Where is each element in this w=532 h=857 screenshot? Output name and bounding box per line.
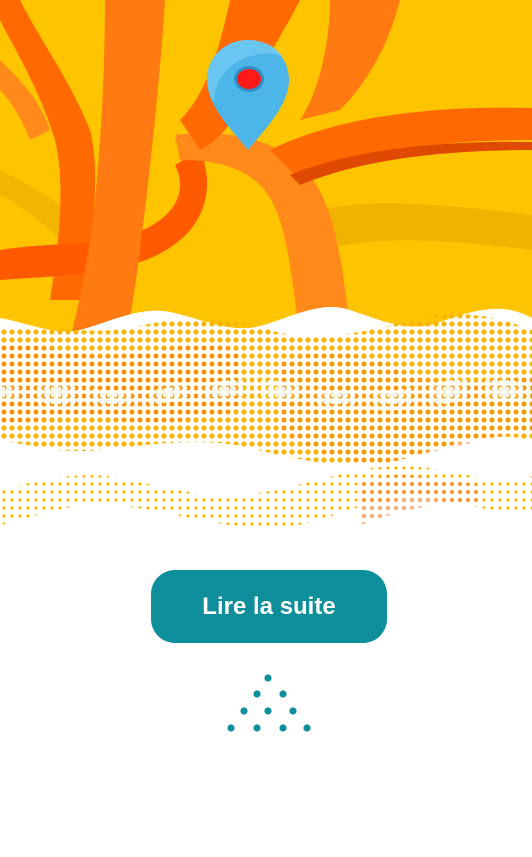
- hero-illustration: [0, 0, 532, 560]
- dot-triangle-svg: [227, 674, 311, 732]
- read-more-button[interactable]: Lire la suite: [151, 570, 387, 643]
- hero-image: [0, 0, 532, 560]
- page: Lire la suite: [0, 0, 532, 857]
- dot-triangle-icon: [220, 668, 320, 738]
